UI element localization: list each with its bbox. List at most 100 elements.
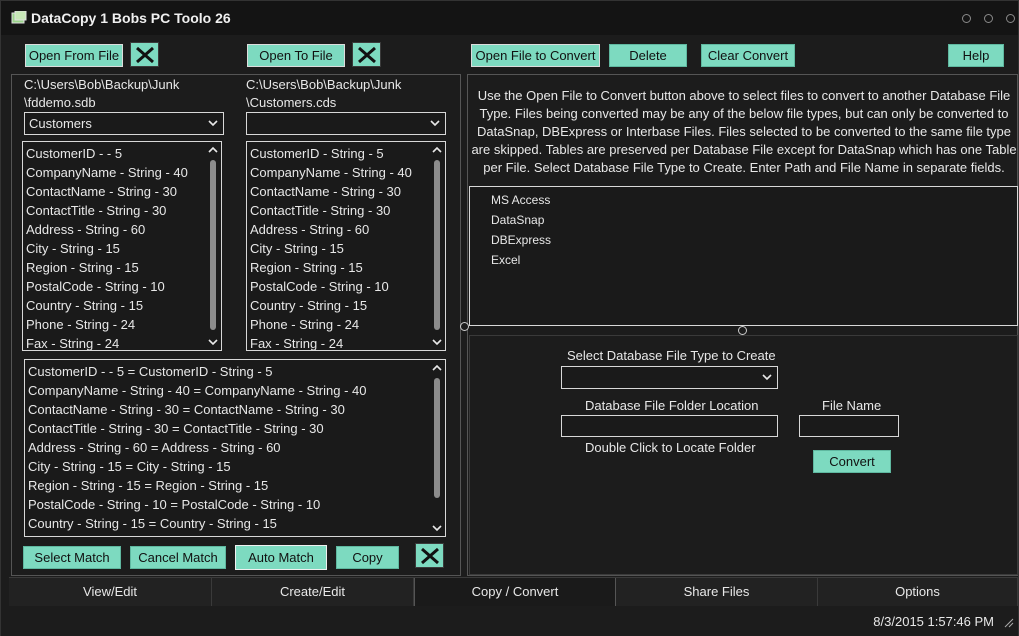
source-field-item[interactable]: ContactName - String - 30 bbox=[23, 182, 221, 201]
file-type-item[interactable]: DBExpress bbox=[470, 230, 1017, 250]
folder-hint-label: Double Click to Locate Folder bbox=[585, 440, 756, 455]
open-to-file-button[interactable]: Open To File bbox=[247, 44, 345, 67]
match-item[interactable]: City - String - 15 = City - String - 15 bbox=[25, 457, 445, 476]
folder-location-label: Database File Folder Location bbox=[585, 398, 759, 413]
splitter-handle-bottom[interactable] bbox=[738, 326, 747, 335]
open-from-file-button[interactable]: Open From File bbox=[25, 44, 123, 67]
chevron-down-icon bbox=[208, 120, 218, 127]
target-field-item[interactable]: Region - String - 15 bbox=[247, 258, 445, 277]
clear-matches-button[interactable] bbox=[415, 543, 444, 568]
source-field-item[interactable]: City - String - 15 bbox=[23, 239, 221, 258]
auto-match-button[interactable]: Auto Match bbox=[235, 545, 327, 570]
target-field-item[interactable]: PostalCode - String - 10 bbox=[247, 277, 445, 296]
target-fields-list[interactable]: CustomerID - String - 5 CompanyName - Str… bbox=[246, 141, 446, 351]
clear-convert-button[interactable]: Clear Convert bbox=[701, 44, 795, 67]
chevron-up-icon[interactable] bbox=[208, 146, 218, 154]
scroll-thumb[interactable] bbox=[434, 378, 440, 498]
match-list[interactable]: CustomerID - - 5 = CustomerID - String -… bbox=[24, 359, 446, 537]
target-path-line1: C:\Users\Bob\Backup\Junk bbox=[246, 77, 402, 92]
title-bar: DataCopy 1 Bobs PC Toolo 26 bbox=[1, 1, 1018, 35]
convert-button[interactable]: Convert bbox=[813, 450, 891, 473]
source-fields-scrollbar[interactable] bbox=[207, 144, 219, 348]
folder-location-input[interactable] bbox=[561, 415, 778, 437]
select-match-button[interactable]: Select Match bbox=[23, 546, 121, 569]
source-table-value: Customers bbox=[29, 116, 92, 131]
match-item[interactable]: ContactTitle - String - 30 = ContactTitl… bbox=[25, 419, 445, 438]
file-type-item[interactable]: Excel bbox=[470, 250, 1017, 270]
tab-copy-convert[interactable]: Copy / Convert bbox=[414, 578, 616, 606]
cancel-match-button[interactable]: Cancel Match bbox=[130, 546, 226, 569]
app-icon bbox=[11, 11, 27, 24]
select-type-label: Select Database File Type to Create bbox=[567, 348, 776, 363]
source-field-item[interactable]: CustomerID - - 5 bbox=[23, 144, 221, 163]
tab-bar: View/Edit Create/Edit Copy / Convert Sha… bbox=[9, 577, 1018, 606]
clear-source-button[interactable] bbox=[130, 42, 159, 67]
chevron-up-icon[interactable] bbox=[432, 364, 442, 372]
close-icon bbox=[135, 46, 154, 63]
scroll-thumb[interactable] bbox=[434, 160, 440, 330]
target-field-item[interactable]: Country - String - 15 bbox=[247, 296, 445, 315]
target-table-select[interactable] bbox=[246, 112, 446, 135]
copy-button[interactable]: Copy bbox=[336, 546, 399, 569]
status-datetime: 8/3/2015 1:57:46 PM bbox=[873, 614, 994, 629]
source-field-item[interactable]: PostalCode - String - 10 bbox=[23, 277, 221, 296]
target-field-item[interactable]: CustomerID - String - 5 bbox=[247, 144, 445, 163]
source-field-item[interactable]: ContactTitle - String - 30 bbox=[23, 201, 221, 220]
help-button[interactable]: Help bbox=[948, 44, 1004, 67]
chevron-down-icon[interactable] bbox=[208, 338, 218, 346]
target-field-item[interactable]: ContactName - String - 30 bbox=[247, 182, 445, 201]
match-item[interactable]: CompanyName - String - 40 = CompanyName … bbox=[25, 381, 445, 400]
target-fields-scrollbar[interactable] bbox=[431, 144, 443, 348]
match-list-scrollbar[interactable] bbox=[431, 362, 443, 534]
target-field-item[interactable]: CompanyName - String - 40 bbox=[247, 163, 445, 182]
window-title: DataCopy 1 Bobs PC Toolo 26 bbox=[31, 10, 231, 26]
chevron-down-icon[interactable] bbox=[432, 524, 442, 532]
source-field-item[interactable]: CompanyName - String - 40 bbox=[23, 163, 221, 182]
match-item[interactable]: ContactName - String - 30 = ContactName … bbox=[25, 400, 445, 419]
target-field-item[interactable]: Address - String - 60 bbox=[247, 220, 445, 239]
resize-grip-icon[interactable] bbox=[1002, 616, 1014, 628]
clear-target-button[interactable] bbox=[352, 42, 381, 67]
maximize-button[interactable] bbox=[984, 14, 993, 23]
source-path-line2: \fddemo.sdb bbox=[24, 95, 96, 110]
source-field-item[interactable]: Address - String - 60 bbox=[23, 220, 221, 239]
target-field-item[interactable]: Fax - String - 24 bbox=[247, 334, 445, 350]
source-field-item[interactable]: Region - String - 15 bbox=[23, 258, 221, 277]
file-name-label: File Name bbox=[822, 398, 882, 413]
chevron-up-icon[interactable] bbox=[432, 146, 442, 154]
match-item[interactable]: PostalCode - String - 10 = PostalCode - … bbox=[25, 495, 445, 514]
target-field-item[interactable]: Phone - String - 24 bbox=[247, 315, 445, 334]
close-button[interactable] bbox=[1006, 14, 1015, 23]
close-icon bbox=[420, 547, 439, 564]
target-path-line2: \Customers.cds bbox=[246, 95, 337, 110]
match-item[interactable]: Region - String - 15 = Region - String -… bbox=[25, 476, 445, 495]
file-type-item[interactable]: DataSnap bbox=[470, 210, 1017, 230]
file-type-select[interactable] bbox=[561, 366, 778, 389]
target-field-item[interactable]: City - String - 15 bbox=[247, 239, 445, 258]
file-name-input[interactable] bbox=[799, 415, 899, 437]
match-item[interactable]: CustomerID - - 5 = CustomerID - String -… bbox=[25, 362, 445, 381]
match-item[interactable]: Country - String - 15 = Country - String… bbox=[25, 514, 445, 533]
source-fields-list[interactable]: CustomerID - - 5 CompanyName - String - 4… bbox=[22, 141, 222, 351]
file-type-item[interactable]: MS Access bbox=[470, 190, 1017, 210]
tab-view-edit[interactable]: View/Edit bbox=[9, 578, 212, 606]
chevron-down-icon[interactable] bbox=[432, 338, 442, 346]
tab-options[interactable]: Options bbox=[818, 578, 1018, 606]
tab-share-files[interactable]: Share Files bbox=[616, 578, 818, 606]
minimize-button[interactable] bbox=[962, 14, 971, 23]
source-field-item[interactable]: Country - String - 15 bbox=[23, 296, 221, 315]
source-table-select[interactable]: Customers bbox=[24, 112, 224, 135]
delete-button[interactable]: Delete bbox=[609, 44, 687, 67]
match-item[interactable]: Address - String - 60 = Address - String… bbox=[25, 438, 445, 457]
close-icon bbox=[357, 46, 376, 63]
open-file-to-convert-button[interactable]: Open File to Convert bbox=[471, 44, 600, 67]
source-field-item[interactable]: Fax - String - 24 bbox=[23, 334, 221, 350]
target-field-item[interactable]: ContactTitle - String - 30 bbox=[247, 201, 445, 220]
splitter-handle-left[interactable] bbox=[460, 322, 469, 331]
scroll-thumb[interactable] bbox=[210, 160, 216, 330]
file-type-list[interactable]: MS Access DataSnap DBExpress Excel bbox=[469, 186, 1018, 326]
chevron-down-icon bbox=[430, 120, 440, 127]
source-path-line1: C:\Users\Bob\Backup\Junk bbox=[24, 77, 180, 92]
source-field-item[interactable]: Phone - String - 24 bbox=[23, 315, 221, 334]
tab-create-edit[interactable]: Create/Edit bbox=[212, 578, 414, 606]
